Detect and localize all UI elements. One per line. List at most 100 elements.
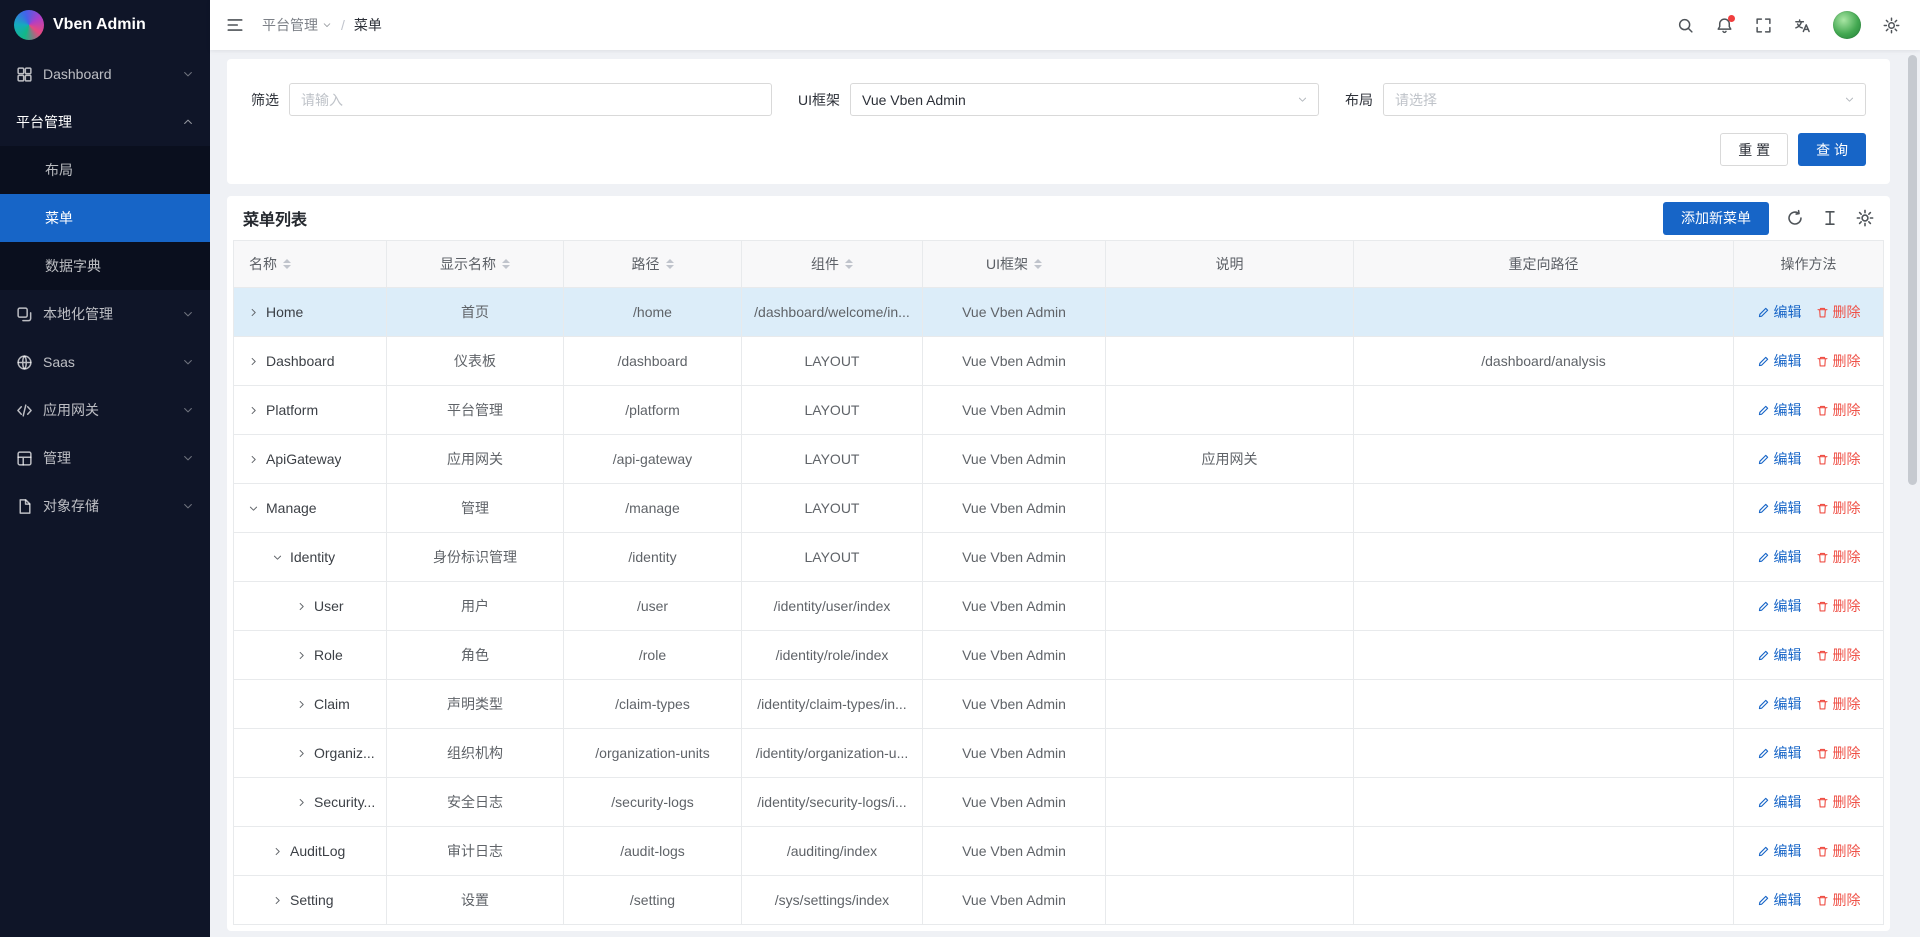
edit-button[interactable]: 编辑 (1757, 890, 1802, 910)
chevron-right-icon[interactable] (248, 405, 259, 416)
column-header-name[interactable]: 名称 (234, 241, 387, 288)
chevron-right-icon[interactable] (248, 356, 259, 367)
chevron-right-icon[interactable] (272, 846, 283, 857)
cell-redirect (1354, 386, 1734, 435)
sidebar-item-dashboard[interactable]: Dashboard (0, 50, 210, 98)
sort-caret-icon[interactable] (283, 259, 291, 269)
chevron-right-icon[interactable] (296, 650, 307, 661)
table-row[interactable]: AuditLog审计日志/audit-logs/auditing/indexVu… (234, 827, 1884, 876)
chevron-right-icon[interactable] (296, 699, 307, 710)
user-avatar[interactable] (1833, 11, 1861, 39)
framework-select[interactable]: Vue Vben Admin (850, 83, 1319, 116)
edit-button[interactable]: 编辑 (1757, 547, 1802, 567)
edit-button[interactable]: 编辑 (1757, 449, 1802, 469)
edit-button[interactable]: 编辑 (1757, 743, 1802, 763)
delete-button[interactable]: 删除 (1816, 792, 1861, 812)
sort-caret-icon[interactable] (502, 259, 510, 269)
sidebar-item-platform[interactable]: 平台管理 (0, 98, 210, 146)
table-row[interactable]: Claim声明类型/claim-types/identity/claim-typ… (234, 680, 1884, 729)
layout-select[interactable]: 请选择 (1383, 83, 1866, 116)
edit-button[interactable]: 编辑 (1757, 498, 1802, 518)
reset-button[interactable]: 重 置 (1720, 133, 1788, 166)
column-header-path[interactable]: 路径 (564, 241, 742, 288)
cell-actions: 编辑删除 (1734, 631, 1884, 680)
table-row[interactable]: Security...安全日志/security-logs/identity/s… (234, 778, 1884, 827)
edit-button[interactable]: 编辑 (1757, 596, 1802, 616)
bell-icon[interactable] (1716, 17, 1733, 34)
chevron-right-icon[interactable] (248, 454, 259, 465)
chevron-right-icon[interactable] (248, 307, 259, 318)
keyword-input-field[interactable] (301, 92, 760, 108)
edit-button[interactable]: 编辑 (1757, 792, 1802, 812)
table-row[interactable]: Platform平台管理/platformLAYOUTVue Vben Admi… (234, 386, 1884, 435)
sidebar-item-saas[interactable]: Saas (0, 338, 210, 386)
add-menu-button[interactable]: 添加新菜单 (1663, 202, 1769, 235)
edit-button[interactable]: 编辑 (1757, 841, 1802, 861)
sort-caret-icon[interactable] (845, 259, 853, 269)
table-row[interactable]: Home首页/home/dashboard/welcome/in...Vue V… (234, 288, 1884, 337)
row-name: Claim (314, 696, 350, 712)
delete-button[interactable]: 删除 (1816, 841, 1861, 861)
column-header-framework[interactable]: UI框架 (923, 241, 1106, 288)
chevron-right-icon[interactable] (296, 748, 307, 759)
sidebar-item-localization[interactable]: 本地化管理 (0, 290, 210, 338)
keyword-input[interactable] (289, 83, 772, 116)
edit-button[interactable]: 编辑 (1757, 400, 1802, 420)
edit-button[interactable]: 编辑 (1757, 351, 1802, 371)
table-row[interactable]: Dashboard仪表板/dashboardLAYOUTVue Vben Adm… (234, 337, 1884, 386)
vertical-scrollbar[interactable] (1908, 55, 1917, 485)
breadcrumb-parent[interactable]: 平台管理 (262, 15, 332, 35)
delete-button[interactable]: 删除 (1816, 743, 1861, 763)
delete-button[interactable]: 删除 (1816, 645, 1861, 665)
table-row[interactable]: Identity身份标识管理/identityLAYOUTVue Vben Ad… (234, 533, 1884, 582)
chevron-down-icon[interactable] (248, 503, 259, 514)
delete-button[interactable]: 删除 (1816, 498, 1861, 518)
delete-button[interactable]: 删除 (1816, 694, 1861, 714)
sidebar-item-manage[interactable]: 管理 (0, 434, 210, 482)
delete-button[interactable]: 删除 (1816, 400, 1861, 420)
sidebar-item-object-storage[interactable]: 对象存储 (0, 482, 210, 530)
delete-button[interactable]: 删除 (1816, 449, 1861, 469)
sidebar-collapse-button[interactable] (226, 16, 244, 34)
table-row[interactable]: Role角色/role/identity/role/indexVue Vben … (234, 631, 1884, 680)
table-row[interactable]: Setting设置/setting/sys/settings/indexVue … (234, 876, 1884, 925)
delete-button[interactable]: 删除 (1816, 302, 1861, 322)
table-row[interactable]: Manage管理/manageLAYOUTVue Vben Admin编辑删除 (234, 484, 1884, 533)
delete-button[interactable]: 删除 (1816, 890, 1861, 910)
chevron-right-icon[interactable] (272, 895, 283, 906)
delete-button[interactable]: 删除 (1816, 351, 1861, 371)
sidebar-item-layout[interactable]: 布局 (0, 146, 210, 194)
chevron-down-icon (182, 500, 194, 512)
table-row[interactable]: ApiGateway应用网关/api-gatewayLAYOUTVue Vben… (234, 435, 1884, 484)
cell-display_name: 身份标识管理 (387, 533, 564, 582)
chevron-right-icon[interactable] (296, 601, 307, 612)
table-settings-gear-icon[interactable] (1856, 209, 1874, 227)
row-height-icon[interactable] (1821, 209, 1839, 227)
column-header-display_name[interactable]: 显示名称 (387, 241, 564, 288)
app-logo[interactable]: Vben Admin (0, 0, 210, 50)
sidebar-item-data-dictionary[interactable]: 数据字典 (0, 242, 210, 290)
translate-icon[interactable] (1794, 17, 1811, 34)
delete-button[interactable]: 删除 (1816, 547, 1861, 567)
sidebar-item-menu[interactable]: 菜单 (0, 194, 210, 242)
column-header-component[interactable]: 组件 (742, 241, 923, 288)
edit-label: 编辑 (1774, 596, 1802, 616)
query-button[interactable]: 查 询 (1798, 133, 1866, 166)
cell-redirect (1354, 484, 1734, 533)
table-row[interactable]: User用户/user/identity/user/indexVue Vben … (234, 582, 1884, 631)
gear-icon[interactable] (1883, 17, 1900, 34)
sort-caret-icon[interactable] (1034, 259, 1042, 269)
sort-caret-icon[interactable] (666, 259, 674, 269)
edit-button[interactable]: 编辑 (1757, 694, 1802, 714)
chevron-right-icon[interactable] (296, 797, 307, 808)
edit-button[interactable]: 编辑 (1757, 645, 1802, 665)
edit-button[interactable]: 编辑 (1757, 302, 1802, 322)
search-icon[interactable] (1677, 17, 1694, 34)
refresh-icon[interactable] (1786, 209, 1804, 227)
fullscreen-icon[interactable] (1755, 17, 1772, 34)
chevron-down-icon[interactable] (272, 552, 283, 563)
sidebar-item-api-gateway[interactable]: 应用网关 (0, 386, 210, 434)
cell-actions: 编辑删除 (1734, 778, 1884, 827)
delete-button[interactable]: 删除 (1816, 596, 1861, 616)
table-row[interactable]: Organiz...组织机构/organization-units/identi… (234, 729, 1884, 778)
